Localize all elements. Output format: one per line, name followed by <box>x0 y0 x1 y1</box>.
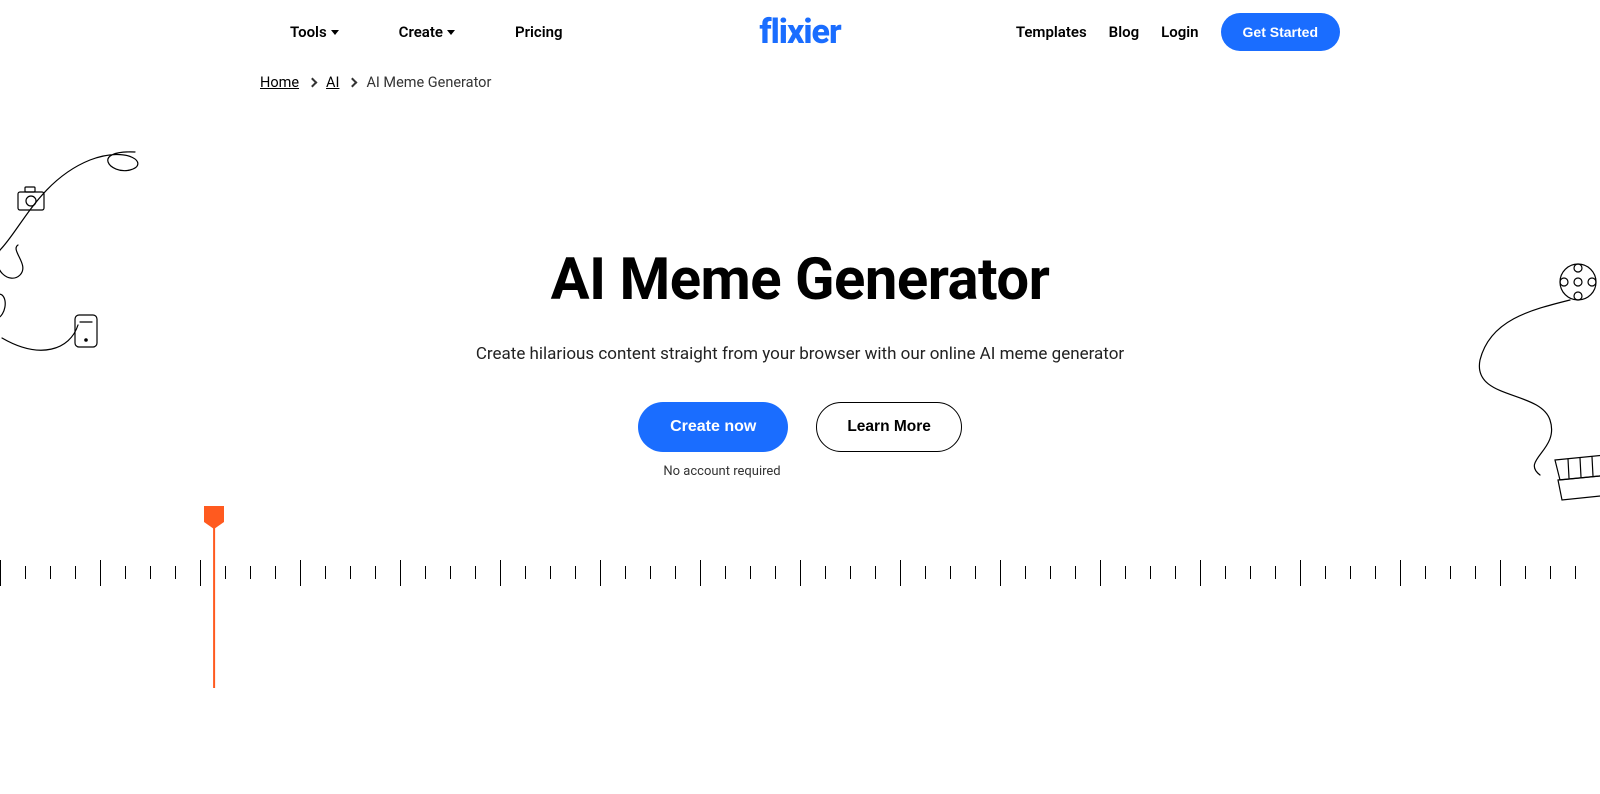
chevron-right-icon <box>308 78 318 88</box>
hero-buttons: Create now Learn More <box>0 402 1600 452</box>
timeline <box>0 506 1600 686</box>
nav-blog[interactable]: Blog <box>1109 23 1139 41</box>
get-started-button[interactable]: Get Started <box>1221 13 1340 51</box>
nav-create-label: Create <box>399 23 443 41</box>
nav-tools-label: Tools <box>290 23 327 41</box>
breadcrumb-current: AI Meme Generator <box>366 74 491 91</box>
site-header: Tools Create Pricing flixier Templates B… <box>0 0 1600 64</box>
breadcrumb-ai[interactable]: AI <box>326 74 339 91</box>
nav-pricing[interactable]: Pricing <box>515 23 563 41</box>
page-title: AI Meme Generator <box>0 246 1600 314</box>
breadcrumb-home[interactable]: Home <box>260 74 299 91</box>
page-subtitle: Create hilarious content straight from y… <box>0 344 1600 364</box>
nav-left: Tools Create Pricing <box>290 23 563 41</box>
chevron-right-icon <box>348 78 358 88</box>
create-now-button[interactable]: Create now <box>638 402 788 452</box>
nav-create[interactable]: Create <box>399 23 455 41</box>
hero-note: No account required <box>0 464 1522 479</box>
nav-pricing-label: Pricing <box>515 23 563 41</box>
nav-tools[interactable]: Tools <box>290 23 339 41</box>
nav-right: Templates Blog Login Get Started <box>1016 13 1340 51</box>
nav-templates[interactable]: Templates <box>1016 23 1087 41</box>
logo[interactable]: flixier <box>759 12 840 52</box>
playhead-marker-icon <box>204 506 224 522</box>
caret-down-icon <box>331 30 339 35</box>
timeline-ticks <box>0 560 1600 586</box>
caret-down-icon <box>447 30 455 35</box>
playhead-line <box>213 528 215 688</box>
hero-section: AI Meme Generator Create hilarious conte… <box>0 246 1600 479</box>
breadcrumb: Home AI AI Meme Generator <box>0 64 1600 91</box>
nav-login[interactable]: Login <box>1161 23 1198 41</box>
learn-more-button[interactable]: Learn More <box>816 402 962 452</box>
